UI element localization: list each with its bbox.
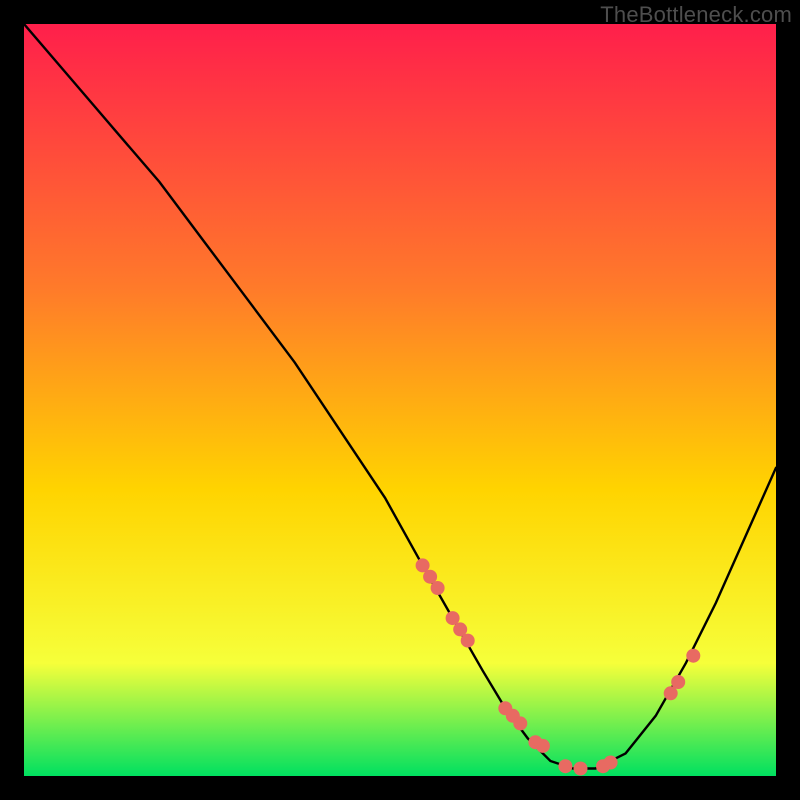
marker-dot xyxy=(461,634,475,648)
bottleneck-chart xyxy=(24,24,776,776)
marker-dot xyxy=(604,756,618,770)
marker-dot xyxy=(558,759,572,773)
marker-dot xyxy=(574,762,588,776)
gradient-background xyxy=(24,24,776,776)
marker-dot xyxy=(536,739,550,753)
marker-dot xyxy=(686,649,700,663)
marker-dot xyxy=(513,716,527,730)
marker-dot xyxy=(431,581,445,595)
chart-frame xyxy=(24,24,776,776)
marker-dot xyxy=(671,675,685,689)
